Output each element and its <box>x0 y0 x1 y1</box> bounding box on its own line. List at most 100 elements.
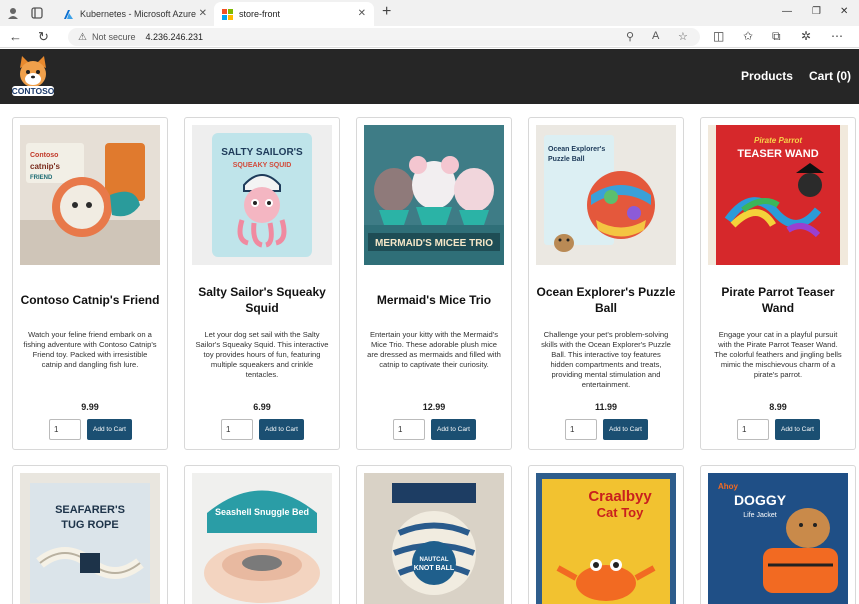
product-card: SEAFARER'S TUG ROPE <box>12 465 168 604</box>
svg-text:CONTOSO: CONTOSO <box>12 86 55 96</box>
product-image[interactable]: SEAFARER'S TUG ROPE <box>20 473 160 604</box>
add-to-cart-button[interactable]: Add to Cart <box>87 419 132 440</box>
tab-kubernetes[interactable]: Kubernetes - Microsoft Azure ✕ <box>55 2 215 26</box>
product-price: 8.99 <box>769 402 787 412</box>
product-price: 12.99 <box>422 402 446 412</box>
product-image[interactable]: MERMAID'S MICEE TRIO <box>364 125 504 265</box>
svg-text:DOGGY: DOGGY <box>734 492 787 508</box>
product-description: Engage your cat in a playful pursuit wit… <box>714 330 842 379</box>
url-text: 4.236.246.231 <box>145 32 204 42</box>
product-card: Seashell Snuggle Bed <box>184 465 340 604</box>
product-name[interactable]: Mermaid's Mice Trio <box>363 270 505 330</box>
product-price: 9.99 <box>81 402 99 412</box>
svg-text:TEASER WAND: TEASER WAND <box>737 148 818 160</box>
product-image[interactable]: Contoso catnip's FRIEND <box>20 125 160 265</box>
product-price: 6.99 <box>253 402 271 412</box>
favorites-icon[interactable]: ✩ <box>743 29 753 43</box>
close-tab-icon[interactable]: ✕ <box>358 8 366 19</box>
product-image[interactable]: Seashell Snuggle Bed <box>192 473 332 604</box>
nav-cart-link[interactable]: Cart (0) <box>809 69 851 83</box>
svg-text:SEAFARER'S: SEAFARER'S <box>55 504 125 516</box>
favorite-star-icon[interactable]: ☆ <box>678 30 688 43</box>
extension-icon[interactable]: ✲ <box>801 29 811 43</box>
quantity-input[interactable] <box>49 419 81 440</box>
url-field[interactable]: ⚠ Not secure 4.236.246.231 <box>68 28 700 46</box>
product-image[interactable]: Craalbyy Cat Toy <box>536 473 676 604</box>
tab-store-front[interactable]: store-front ✕ <box>214 2 374 26</box>
svg-text:Puzzle Ball: Puzzle Ball <box>548 156 585 163</box>
svg-text:catnip's: catnip's <box>30 162 60 171</box>
product-card: Pirate Parrot TEASER WAND Pirate Parrot … <box>700 117 856 450</box>
svg-text:Contoso: Contoso <box>30 152 58 159</box>
tab-actions-icon[interactable] <box>30 6 44 20</box>
back-icon[interactable]: ← <box>9 29 22 44</box>
product-card: Ahoy DOGGY Life Jacket <box>700 465 856 604</box>
svg-text:Cat Toy: Cat Toy <box>597 505 644 520</box>
svg-text:MERMAID'S MICEE TRIO: MERMAID'S MICEE TRIO <box>375 238 493 249</box>
microsoft-icon <box>222 8 233 20</box>
contoso-logo[interactable]: CONTOSO <box>8 52 58 102</box>
product-name[interactable]: Ocean Explorer's Puzzle Ball <box>535 270 677 330</box>
svg-text:Craalbyy: Craalbyy <box>588 488 652 505</box>
product-card: SALTY SAILOR'S SQUEAKY SQUID Salty Sailo… <box>184 117 340 450</box>
product-card: NAUTCAL KNOT BALL <box>356 465 512 604</box>
svg-text:Pirate Parrot: Pirate Parrot <box>754 136 802 145</box>
site-header: CONTOSO Products Cart (0) <box>0 49 859 104</box>
quantity-input[interactable] <box>393 419 425 440</box>
minimize-icon[interactable]: — <box>782 6 792 17</box>
product-image[interactable]: SALTY SAILOR'S SQUEAKY SQUID <box>192 125 332 265</box>
quantity-input[interactable] <box>221 419 253 440</box>
zoom-icon[interactable]: ⚲ <box>626 30 634 43</box>
product-card: Ocean Explorer's Puzzle Ball Ocean Explo… <box>528 117 684 450</box>
svg-text:SALTY SAILOR'S: SALTY SAILOR'S <box>221 147 303 158</box>
svg-text:TUG ROPE: TUG ROPE <box>61 519 118 531</box>
profile-icon[interactable] <box>6 6 20 20</box>
azure-icon <box>64 9 73 19</box>
address-bar: ← ↻ ⚠ Not secure 4.236.246.231 ⚲ A ☆ ◫ ✩… <box>0 26 859 48</box>
close-window-icon[interactable]: ✕ <box>840 6 848 17</box>
product-card: MERMAID'S MICEE TRIO Mermaid's Mice Trio… <box>356 117 512 450</box>
product-image[interactable]: Pirate Parrot TEASER WAND <box>708 125 848 265</box>
product-image[interactable]: Ahoy DOGGY Life Jacket <box>708 473 848 604</box>
product-image[interactable]: NAUTCAL KNOT BALL <box>364 473 504 604</box>
browser-tab-bar: Kubernetes - Microsoft Azure ✕ store-fro… <box>0 0 859 26</box>
product-description: Watch your feline friend embark on a fis… <box>23 330 157 369</box>
product-card: Contoso catnip's FRIEND Contoso Catnip's… <box>12 117 168 450</box>
security-label: Not secure <box>91 32 136 42</box>
new-tab-icon[interactable]: + <box>382 3 391 21</box>
close-tab-icon[interactable]: ✕ <box>199 8 207 19</box>
add-to-cart-button[interactable]: Add to Cart <box>431 419 476 440</box>
product-name[interactable]: Salty Sailor's Squeaky Squid <box>191 270 333 330</box>
product-image[interactable]: Ocean Explorer's Puzzle Ball <box>536 125 676 265</box>
tab-title: store-front <box>239 9 281 19</box>
product-description: Entertain your kitty with the Mermaid's … <box>367 330 501 369</box>
svg-text:Life Jacket: Life Jacket <box>743 512 777 519</box>
svg-text:Ocean Explorer's: Ocean Explorer's <box>548 146 605 153</box>
quantity-input[interactable] <box>565 419 597 440</box>
nav-products-link[interactable]: Products <box>741 69 793 83</box>
product-price: 11.99 <box>594 402 618 412</box>
product-name[interactable]: Contoso Catnip's Friend <box>19 270 161 330</box>
svg-text:Seashell Snuggle Bed: Seashell Snuggle Bed <box>215 507 309 517</box>
restore-icon[interactable]: ❐ <box>812 6 821 17</box>
warning-icon: ⚠ <box>78 31 87 43</box>
quantity-input[interactable] <box>737 419 769 440</box>
more-menu-icon[interactable]: ⋯ <box>831 29 843 43</box>
product-description: Let your dog set sail with the Salty Sai… <box>195 330 329 379</box>
product-description: Challenge your pet's problem-solving ski… <box>541 330 671 389</box>
svg-text:NAUTCAL: NAUTCAL <box>420 557 449 563</box>
read-aloud-icon[interactable]: A <box>652 30 659 42</box>
svg-text:SQUEAKY SQUID: SQUEAKY SQUID <box>233 162 292 169</box>
add-to-cart-button[interactable]: Add to Cart <box>775 419 820 440</box>
add-to-cart-button[interactable]: Add to Cart <box>259 419 304 440</box>
tab-title: Kubernetes - Microsoft Azure <box>80 9 197 19</box>
product-card: Craalbyy Cat Toy <box>528 465 684 604</box>
svg-text:FRIEND: FRIEND <box>30 175 53 181</box>
refresh-icon[interactable]: ↻ <box>38 29 49 45</box>
split-screen-icon[interactable]: ◫ <box>713 29 724 43</box>
collections-icon[interactable]: ⧉ <box>772 29 781 44</box>
svg-text:Ahoy: Ahoy <box>718 482 739 491</box>
add-to-cart-button[interactable]: Add to Cart <box>603 419 648 440</box>
svg-text:KNOT BALL: KNOT BALL <box>414 565 455 572</box>
product-name[interactable]: Pirate Parrot Teaser Wand <box>707 270 849 330</box>
